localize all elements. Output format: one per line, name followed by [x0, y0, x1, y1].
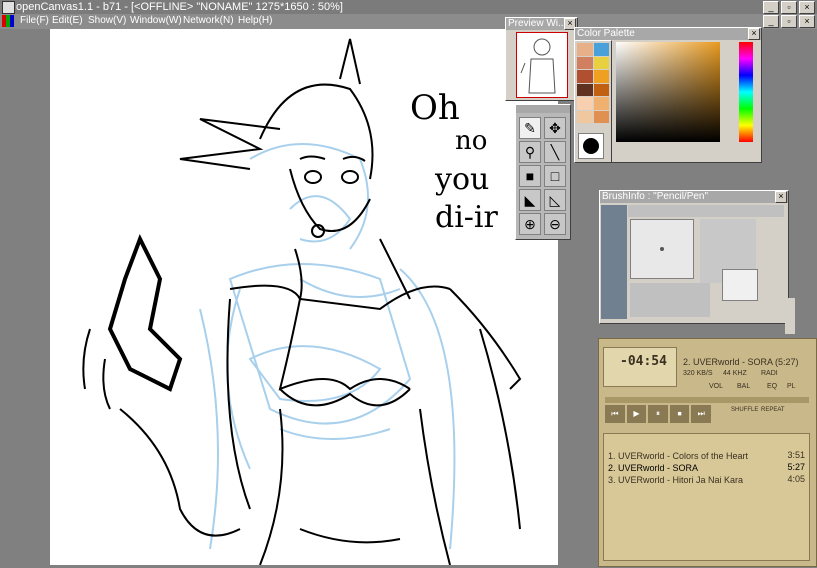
- playlist-item-time: 3:51: [787, 450, 805, 460]
- seek-bar[interactable]: [605, 397, 809, 403]
- playlist-item[interactable]: 2. UVERworld - SORA 5:27: [604, 462, 809, 474]
- previous-button[interactable]: ⏮: [605, 405, 625, 423]
- doc-restore-button[interactable]: ▫: [781, 15, 797, 28]
- fill-rect-tool-icon[interactable]: ■: [519, 165, 541, 187]
- zoom-out-tool-icon[interactable]: ⊖: [544, 213, 566, 235]
- zoom-in-tool-icon[interactable]: ⊕: [519, 213, 541, 235]
- window-controls: _ ▫ ×: [763, 1, 815, 14]
- drawing-canvas[interactable]: Oh no you di-ir: [50, 29, 558, 566]
- app-icon: [2, 1, 15, 14]
- playlist-item-label: 3. UVERworld - Hitori Ja Nai Kara: [608, 475, 744, 485]
- palette-title: Color Palette: [577, 28, 635, 39]
- repeat-toggle[interactable]: REPEAT: [761, 407, 785, 413]
- current-color[interactable]: [578, 133, 604, 159]
- eyedropper-tool-icon[interactable]: ⚲: [519, 141, 541, 163]
- swatch-panel: [574, 40, 612, 163]
- move-tool-icon[interactable]: ✥: [544, 117, 566, 139]
- shuffle-toggle[interactable]: SHUFFLE: [731, 407, 758, 413]
- toolbox: ✎ ✥ ⚲ ╲ ■ □ ◣ ◺ ⊕ ⊖: [515, 104, 571, 240]
- preview-window: Preview Wi... ×: [505, 17, 578, 101]
- volume-label: VOL: [709, 383, 724, 390]
- balance-label: BAL: [737, 383, 751, 390]
- color-swatches[interactable]: [577, 43, 609, 123]
- transport-controls: ⏮ ▶ ⏸ ⏹ ⏭: [605, 405, 711, 423]
- close-button[interactable]: ×: [799, 1, 815, 14]
- player-radio: RADI: [761, 370, 778, 377]
- playlist-item-time: 4:05: [787, 474, 805, 484]
- brush-sliders[interactable]: [630, 283, 710, 317]
- sketch-text-you: you: [434, 162, 489, 197]
- media-player: -04:54 2. UVERworld - SORA (5:27) 320 KB…: [598, 338, 817, 567]
- pause-button[interactable]: ⏸: [648, 405, 668, 423]
- play-button[interactable]: ▶: [626, 405, 647, 423]
- playlist-item-label: 2. UVERworld - SORA: [608, 463, 699, 473]
- menu-edit[interactable]: Edit(E): [52, 15, 83, 26]
- player-kbps: 320 KB/S: [683, 370, 713, 377]
- pressure-curve[interactable]: [722, 269, 758, 301]
- title-bar: openCanvas1.1 - b71 - [<OFFLINE> "NONAME…: [0, 0, 817, 14]
- playlist: 1. UVERworld - Colors of the Heart 3:51 …: [603, 433, 810, 561]
- menu-network[interactable]: Network(N): [183, 15, 234, 26]
- player-display: -04:54: [603, 347, 677, 387]
- thumbnail-sketch: [520, 38, 556, 94]
- fill-lasso-tool-icon[interactable]: ◣: [519, 189, 541, 211]
- menu-help[interactable]: Help(H): [238, 15, 272, 26]
- playlist-button[interactable]: PL: [787, 383, 796, 390]
- preview-thumbnail[interactable]: [516, 32, 568, 98]
- menu-window[interactable]: Window(W): [130, 15, 182, 26]
- saturation-value-square[interactable]: [616, 42, 720, 142]
- lasso-tool-icon[interactable]: ◺: [544, 189, 566, 211]
- player-track-title: 2. UVERworld - SORA (5:27): [683, 357, 799, 367]
- palette-close-button[interactable]: ×: [748, 28, 760, 40]
- brush-shape-preview: [630, 219, 694, 279]
- scrollbar[interactable]: [785, 298, 795, 334]
- doc-minimize-button[interactable]: _: [763, 15, 779, 28]
- hue-slider[interactable]: [739, 42, 753, 142]
- menu-file[interactable]: File(F): [20, 15, 49, 26]
- preview-title-bar: Preview Wi... ×: [506, 18, 577, 30]
- sketch-text-didnt: di-ir: [435, 200, 499, 235]
- brush-title: BrushInfo : "Pencil/Pen": [602, 191, 709, 202]
- doc-close-button[interactable]: ×: [799, 15, 815, 28]
- playlist-item[interactable]: 1. UVERworld - Colors of the Heart 3:51: [604, 450, 809, 462]
- sketch-drawing: Oh no you di-ir: [82, 38, 522, 566]
- preview-title: Preview Wi...: [508, 18, 567, 29]
- brush-title-bar: BrushInfo : "Pencil/Pen" ×: [600, 191, 788, 203]
- next-button[interactable]: ⏭: [691, 405, 711, 423]
- brush-preset-bar[interactable]: [628, 205, 784, 217]
- window-title: openCanvas1.1 - b71 - [<OFFLINE> "NONAME…: [16, 1, 343, 13]
- line-tool-icon[interactable]: ╲: [544, 141, 566, 163]
- maximize-button[interactable]: ▫: [781, 1, 797, 14]
- document-icon[interactable]: [2, 15, 14, 27]
- brush-type-list[interactable]: [601, 205, 627, 319]
- playlist-item-label: 1. UVERworld - Colors of the Heart: [608, 451, 749, 461]
- toolbox-grip[interactable]: [516, 105, 570, 113]
- sketch-text-oh: Oh: [410, 88, 460, 128]
- playlist-item[interactable]: 3. UVERworld - Hitori Ja Nai Kara 4:05: [604, 474, 809, 486]
- minimize-button[interactable]: _: [763, 1, 779, 14]
- stop-button[interactable]: ⏹: [669, 405, 690, 423]
- pencil-tool-icon[interactable]: ✎: [519, 117, 541, 139]
- brush-info-panel: BrushInfo : "Pencil/Pen" ×: [599, 190, 789, 324]
- sketch-text-no: no: [455, 126, 487, 156]
- menu-show[interactable]: Show(V): [88, 15, 126, 26]
- player-time: -04:54: [620, 354, 667, 369]
- rect-select-tool-icon[interactable]: □: [544, 165, 566, 187]
- palette-title-bar: Color Palette ×: [575, 28, 761, 40]
- document-window-controls: _ ▫ ×: [763, 15, 815, 28]
- playlist-item-time: 5:27: [787, 462, 805, 472]
- player-khz: 44 KHZ: [723, 370, 747, 377]
- brush-close-button[interactable]: ×: [775, 191, 787, 203]
- eq-button[interactable]: EQ: [767, 383, 777, 390]
